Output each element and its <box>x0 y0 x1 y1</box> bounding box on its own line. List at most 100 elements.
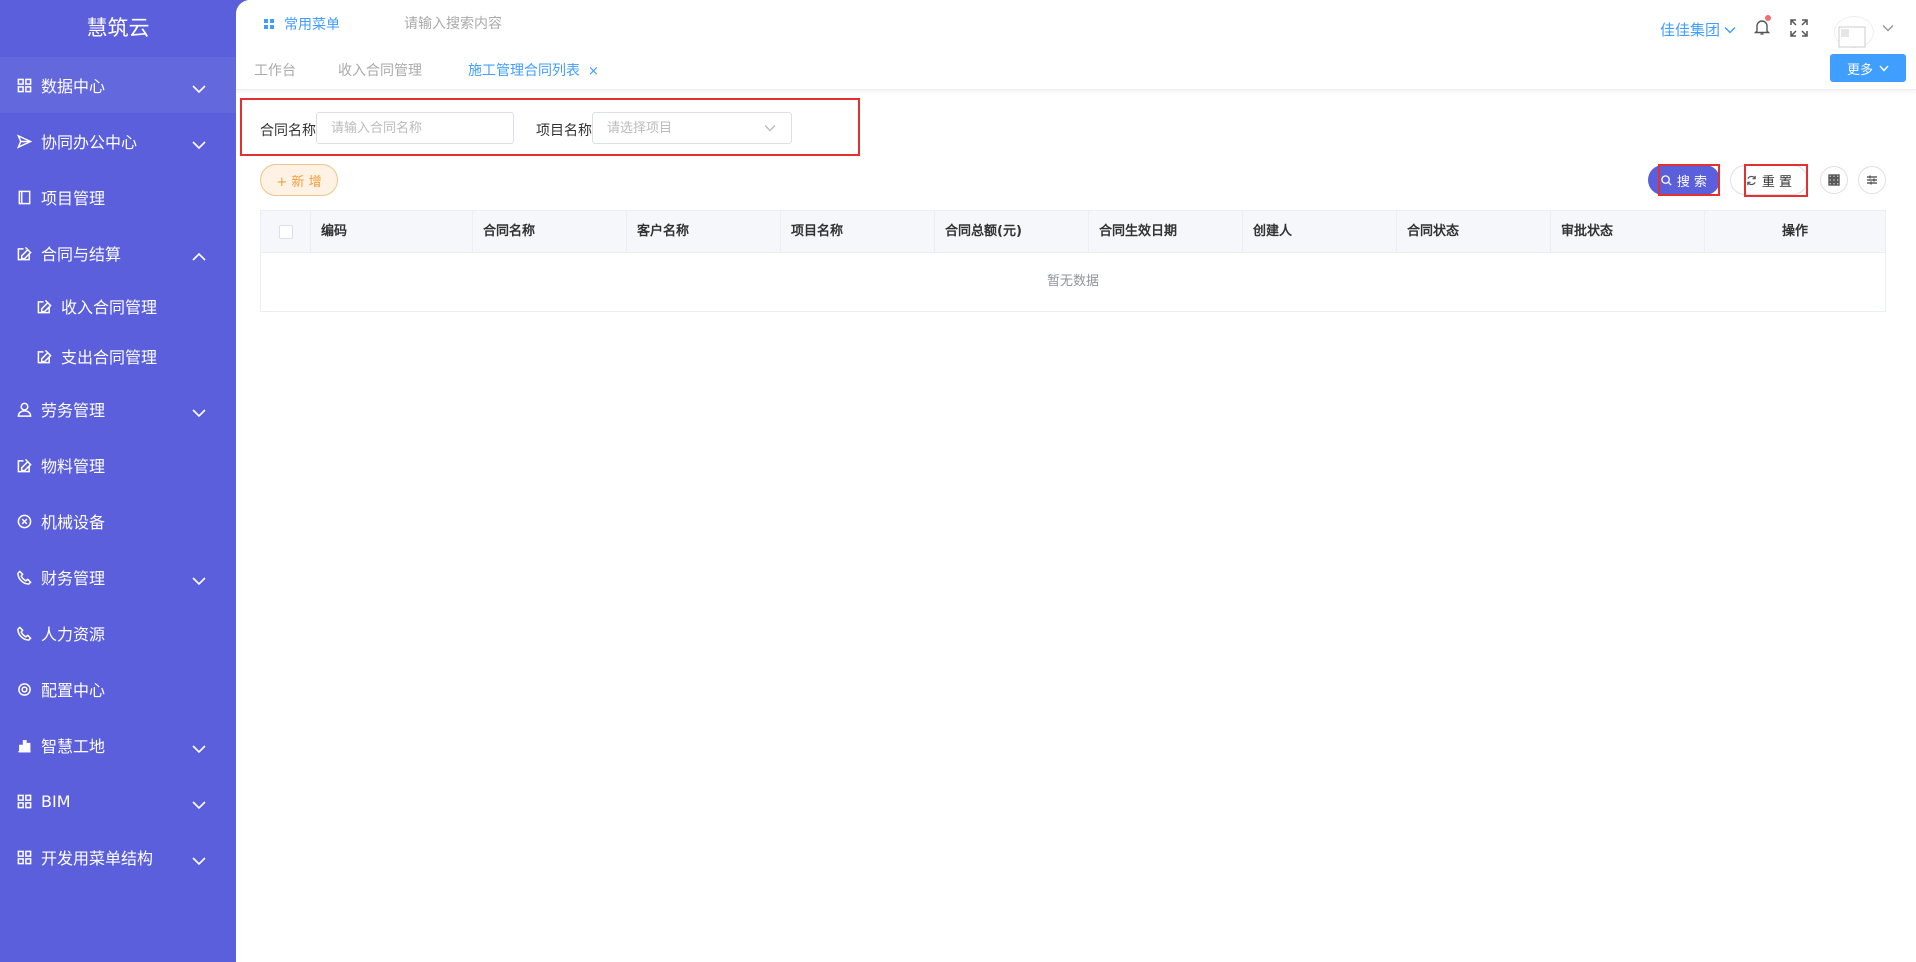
reset-button[interactable]: 重 置 <box>1730 165 1808 195</box>
chevron-down-icon <box>192 851 206 866</box>
add-button[interactable]: + 新 增 <box>260 164 338 196</box>
user-avatar[interactable] <box>1834 16 1874 48</box>
sidebar-item-label: 支出合同管理 <box>61 348 158 367</box>
phone-icon <box>16 569 32 585</box>
sidebar-item-label: 配置中心 <box>41 681 106 700</box>
org-name: 佳佳集团 <box>1660 21 1721 39</box>
sidebar-item-label: 数据中心 <box>41 77 106 96</box>
sidebar-item-label: 机械设备 <box>41 513 106 532</box>
sidebar-item-label: 财务管理 <box>41 569 106 588</box>
sidebar-item-label: BIM <box>41 791 71 811</box>
column-grid-button[interactable] <box>1820 166 1848 194</box>
quick-menu-button[interactable]: 常用菜单 <box>262 14 340 34</box>
sidebar-item-label: 项目管理 <box>41 189 106 208</box>
column-header[interactable]: 合同状态 <box>1397 211 1551 253</box>
sidebar-item-expense-contract[interactable]: 支出合同管理 <box>0 331 236 381</box>
column-header[interactable]: 客户名称 <box>627 211 781 253</box>
sidebar-item-label: 收入合同管理 <box>61 298 158 317</box>
contract-name-input[interactable] <box>316 112 514 144</box>
org-switcher[interactable]: 佳佳集团 <box>1660 19 1736 40</box>
sidebar-item-material-management[interactable]: 物料管理 <box>0 437 236 493</box>
column-header[interactable]: 项目名称 <box>781 211 935 253</box>
sidebar-item-contract-settlement[interactable]: 合同与结算 <box>0 225 236 281</box>
column-header[interactable]: 合同生效日期 <box>1089 211 1243 253</box>
column-header[interactable]: 创建人 <box>1243 211 1397 253</box>
sidebar-item-label: 智慧工地 <box>41 737 106 756</box>
select-all-cell <box>261 211 311 253</box>
tab-income-contract[interactable]: 收入合同管理 <box>338 60 422 80</box>
column-header[interactable]: 合同名称 <box>473 211 627 253</box>
sidebar-item-smart-site[interactable]: 智慧工地 <box>0 717 236 773</box>
circle-x-icon <box>16 513 32 529</box>
column-header[interactable]: 编码 <box>311 211 473 253</box>
sidebar-item-data-center[interactable]: 数据中心 <box>0 57 236 113</box>
fullscreen-icon[interactable] <box>1790 19 1808 37</box>
sidebar-item-finance[interactable]: 财务管理 <box>0 549 236 605</box>
notification-dot <box>1765 15 1771 21</box>
top-bar: 常用菜单 佳佳集团 <box>236 0 1916 50</box>
more-button[interactable]: 更多 <box>1830 54 1906 82</box>
project-name-select[interactable] <box>592 112 792 144</box>
empty-state: 暂无数据 <box>1046 274 1099 289</box>
chevron-down-icon <box>192 135 206 150</box>
sidebar-item-project-management[interactable]: 项目管理 <box>0 169 236 225</box>
sidebar-item-label: 开发用菜单结构 <box>41 849 154 868</box>
edit-icon <box>36 348 52 364</box>
tab-label: 施工管理合同列表 <box>468 63 580 79</box>
edit-icon <box>16 457 32 473</box>
grid-icon <box>1828 174 1840 186</box>
sidebar-item-label: 协同办公中心 <box>41 133 138 152</box>
refresh-icon <box>1747 175 1756 185</box>
sidebar-item-config-center[interactable]: 配置中心 <box>0 661 236 717</box>
chevron-up-icon <box>192 247 206 261</box>
tab-workbench[interactable]: 工作台 <box>254 60 296 80</box>
search-icon <box>1661 174 1672 186</box>
sidebar-item-machinery[interactable]: 机械设备 <box>0 493 236 549</box>
apps-icon <box>264 19 274 29</box>
quick-menu-label: 常用菜单 <box>284 17 340 33</box>
tabs-bar: 工作台 收入合同管理 施工管理合同列表 × 更多 <box>236 50 1916 90</box>
chevron-down-icon <box>1879 65 1889 72</box>
edit-icon <box>36 298 52 314</box>
search-button[interactable]: 搜 索 <box>1648 165 1720 195</box>
global-search-input[interactable] <box>404 12 624 36</box>
sidebar-item-label: 物料管理 <box>41 457 106 476</box>
chevron-down-icon <box>192 403 206 418</box>
user-icon <box>16 401 32 417</box>
bar-chart-icon <box>16 737 32 753</box>
sidebar: 慧筑云 数据中心 协同办公中心 项目管理 合同与结算 收入合同管理 支出合同管理… <box>0 0 236 962</box>
chevron-down-icon <box>192 795 206 810</box>
filter-settings-button[interactable] <box>1858 166 1886 194</box>
tab-construction-contract-list[interactable]: 施工管理合同列表 × <box>468 60 599 80</box>
chevron-down-icon <box>192 739 206 754</box>
chevron-down-icon[interactable] <box>1882 24 1894 32</box>
edit-icon <box>16 245 32 261</box>
sidebar-item-label: 人力资源 <box>41 625 106 644</box>
chevron-down-icon <box>1724 26 1736 34</box>
sidebar-item-label: 劳务管理 <box>41 401 106 420</box>
chevron-down-icon <box>764 125 776 132</box>
contract-table: 编码 合同名称 客户名称 项目名称 合同总额(元) 合同生效日期 创建人 合同状… <box>260 210 1886 312</box>
table-header: 编码 合同名称 客户名称 项目名称 合同总额(元) 合同生效日期 创建人 合同状… <box>261 211 1885 253</box>
project-name-label: 项目名称 <box>536 123 592 139</box>
grid-icon <box>16 793 32 809</box>
notification-bell-icon[interactable] <box>1753 15 1771 36</box>
sidebar-item-bim[interactable]: BIM <box>0 773 236 829</box>
sidebar-item-label: 合同与结算 <box>41 245 122 264</box>
sidebar-item-dev-menu[interactable]: 开发用菜单结构 <box>0 829 236 885</box>
send-icon <box>16 133 32 149</box>
column-header[interactable]: 审批状态 <box>1551 211 1705 253</box>
search-label: 搜 索 <box>1676 174 1708 190</box>
select-all-checkbox[interactable] <box>278 225 293 239</box>
app-logo: 慧筑云 <box>86 16 150 40</box>
close-icon[interactable]: × <box>588 64 599 79</box>
column-header: 操作 <box>1781 224 1808 239</box>
more-label: 更多 <box>1846 62 1873 78</box>
chevron-down-icon <box>192 571 206 586</box>
contract-name-label: 合同名称 <box>260 123 316 139</box>
sidebar-item-income-contract[interactable]: 收入合同管理 <box>0 281 236 331</box>
sidebar-item-hr[interactable]: 人力资源 <box>0 605 236 661</box>
sidebar-item-collab-office[interactable]: 协同办公中心 <box>0 113 236 169</box>
sidebar-item-labor-management[interactable]: 劳务管理 <box>0 381 236 437</box>
column-header[interactable]: 合同总额(元) <box>935 211 1089 253</box>
